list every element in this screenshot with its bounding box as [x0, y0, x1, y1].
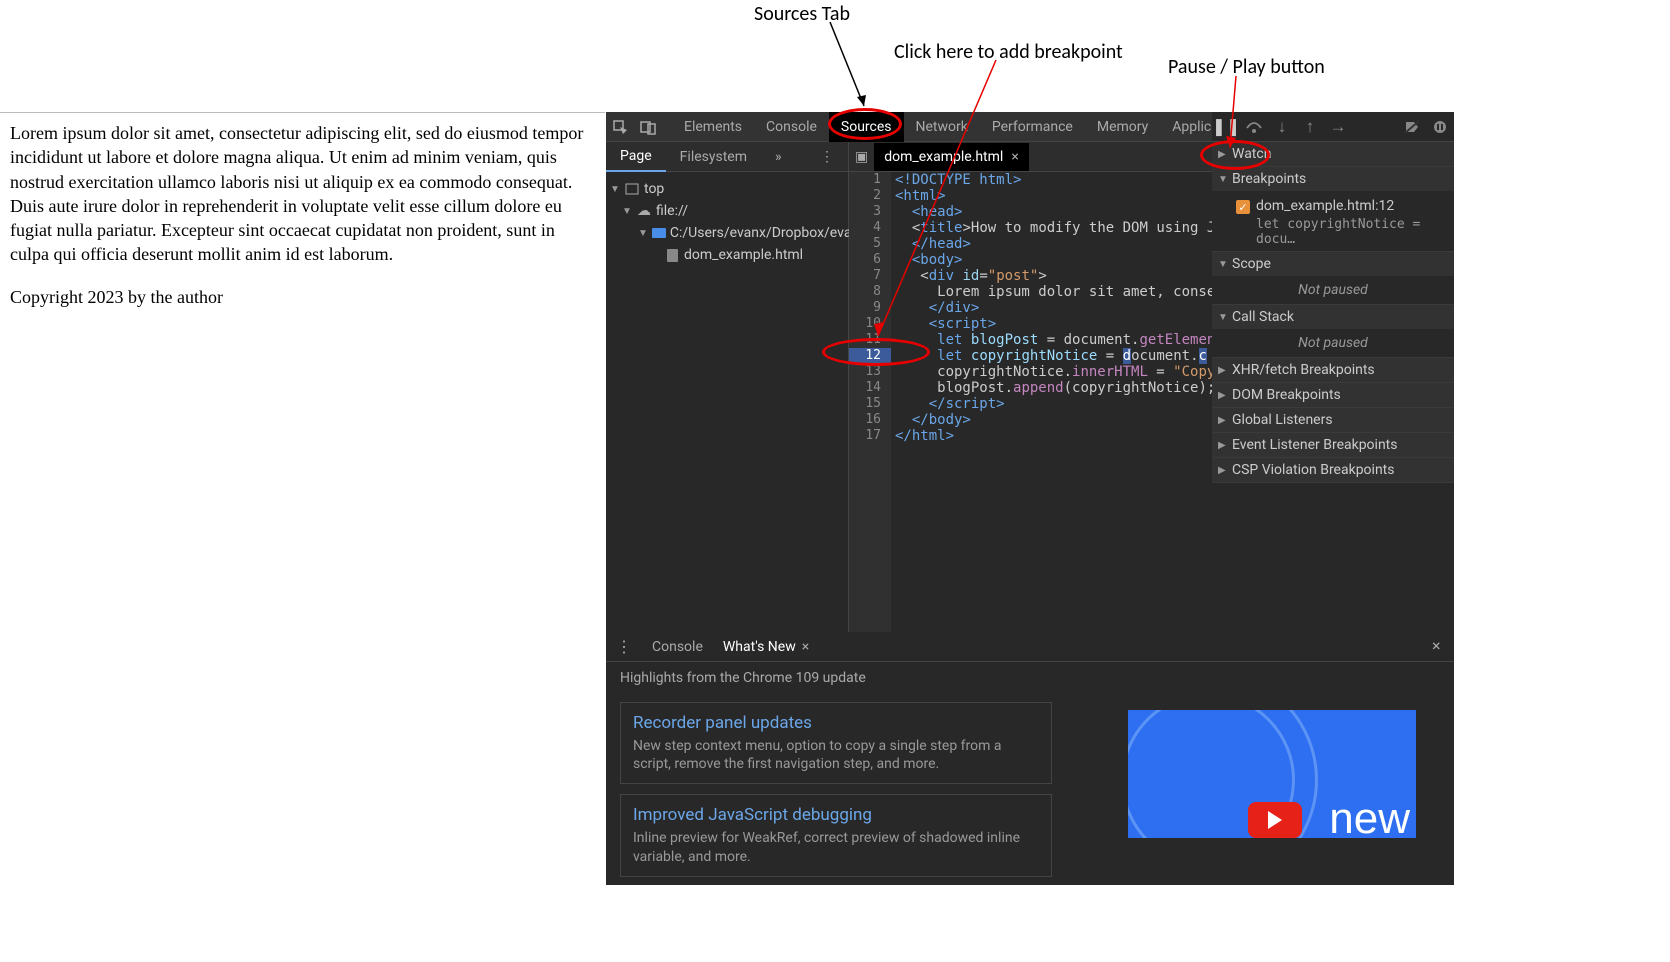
tab-memory[interactable]: Memory	[1085, 112, 1160, 142]
drawer-tab-whatsnew[interactable]: What's New×	[723, 639, 809, 655]
toggle-navigator-icon[interactable]: ▣	[855, 149, 868, 165]
callstack-section[interactable]: ▼Call Stack Not paused	[1212, 305, 1454, 358]
card2-body: Inline preview for WeakRef, correct prev…	[633, 829, 1039, 865]
drawer-tab-close-icon[interactable]: ×	[802, 639, 809, 655]
tab-console[interactable]: Console	[754, 112, 829, 142]
annotation-add-breakpoint: Click here to add breakpoint	[894, 40, 1123, 64]
gutter-line-13[interactable]: 13	[849, 364, 881, 380]
cloud-icon: ☁	[636, 204, 652, 218]
whatsnew-video-thumbnail[interactable]: new	[1128, 710, 1416, 838]
scope-not-paused: Not paused	[1212, 276, 1454, 304]
debugger-toolbar: ❚❚ ↓ ↑ →	[1212, 112, 1454, 142]
scope-section[interactable]: ▼Scope Not paused	[1212, 252, 1454, 305]
whatsnew-card-2[interactable]: Improved JavaScript debugging Inline pre…	[620, 794, 1052, 876]
event-listener-bp-section[interactable]: ▶Event Listener Breakpoints	[1212, 433, 1454, 458]
lorem-paragraph: Lorem ipsum dolor sit amet, consectetur …	[10, 121, 595, 267]
folder-icon	[652, 228, 666, 238]
dom-bp-section[interactable]: ▶DOM Breakpoints	[1212, 383, 1454, 408]
tree-file[interactable]: dom_example.html	[606, 244, 848, 266]
global-listeners-label: Global Listeners	[1232, 412, 1333, 428]
gutter-line-16[interactable]: 16	[849, 412, 881, 428]
pause-on-exceptions-icon[interactable]	[1430, 117, 1450, 137]
youtube-play-icon	[1248, 802, 1302, 838]
breakpoint-location: dom_example.html:12	[1256, 198, 1394, 214]
drawer-close-icon[interactable]: ×	[1432, 636, 1441, 655]
video-text: new	[1329, 794, 1410, 838]
event-listener-bp-label: Event Listener Breakpoints	[1232, 437, 1397, 453]
global-listeners-section[interactable]: ▶Global Listeners	[1212, 408, 1454, 433]
file-icon	[667, 249, 678, 262]
step-into-icon[interactable]: ↓	[1272, 117, 1292, 137]
xhr-section[interactable]: ▶XHR/fetch Breakpoints	[1212, 358, 1454, 383]
close-tab-icon[interactable]: ×	[1011, 149, 1018, 165]
device-toolbar-icon[interactable]	[634, 113, 662, 141]
scope-label: Scope	[1232, 256, 1271, 272]
drawer-menu-icon[interactable]: ⋮	[616, 637, 632, 656]
whatsnew-card-1[interactable]: Recorder panel updates New step context …	[620, 702, 1052, 784]
step-icon[interactable]: →	[1328, 117, 1348, 137]
deactivate-breakpoints-icon[interactable]	[1402, 117, 1422, 137]
breakpoint-checkbox[interactable]: ✓	[1236, 200, 1250, 214]
xhr-label: XHR/fetch Breakpoints	[1232, 362, 1375, 378]
card2-title: Improved JavaScript debugging	[633, 805, 1039, 825]
breakpoint-code-preview: let copyrightNotice = docu…	[1236, 217, 1444, 247]
csp-bp-label: CSP Violation Breakpoints	[1232, 462, 1394, 478]
nav-more-icon[interactable]: ⋮	[806, 142, 848, 172]
tree-folder[interactable]: ▼C:/Users/evanx/Dropbox/evans	[606, 222, 848, 244]
gutter-line-15[interactable]: 15	[849, 396, 881, 412]
dom-bp-label: DOM Breakpoints	[1232, 387, 1341, 403]
tree-top[interactable]: ▼top	[606, 178, 848, 200]
copyright-text: Copyright 2023 by the author	[10, 285, 595, 309]
annotation-sources-tab: Sources Tab	[754, 2, 850, 26]
step-over-icon[interactable]	[1244, 117, 1264, 137]
nav-tab-filesystem[interactable]: Filesystem	[666, 142, 761, 172]
gutter-line-17[interactable]: 17	[849, 428, 881, 444]
step-out-icon[interactable]: ↑	[1300, 117, 1320, 137]
card1-title: Recorder panel updates	[633, 713, 1039, 733]
callstack-label: Call Stack	[1232, 309, 1294, 325]
drawer-subtitle: Highlights from the Chrome 109 update	[606, 662, 1454, 694]
tree-top-label: top	[644, 181, 664, 197]
tab-elements[interactable]: Elements	[672, 112, 754, 142]
drawer-tab-console[interactable]: Console	[652, 639, 703, 655]
gutter-line-14[interactable]: 14	[849, 380, 881, 396]
arrow-breakpoint	[870, 60, 1000, 350]
card1-body: New step context menu, option to copy a …	[633, 737, 1039, 773]
breakpoints-section[interactable]: ▼Breakpoints ✓ dom_example.html:12 let c…	[1212, 167, 1454, 252]
arrow-pause	[1224, 76, 1244, 156]
tree-folder-label: C:/Users/evanx/Dropbox/evans	[670, 225, 867, 241]
csp-bp-section[interactable]: ▶CSP Violation Breakpoints	[1212, 458, 1454, 483]
callstack-not-paused: Not paused	[1212, 329, 1454, 357]
nav-tab-page[interactable]: Page	[606, 142, 666, 172]
annotation-pause-play: Pause / Play button	[1168, 55, 1325, 79]
rendered-page: Lorem ipsum dolor sit amet, consectetur …	[0, 112, 605, 335]
nav-tabs-overflow[interactable]: »	[761, 142, 796, 172]
breakpoint-item[interactable]: ✓ dom_example.html:12	[1236, 195, 1444, 217]
tree-file-scheme[interactable]: ▼☁file://	[606, 200, 848, 222]
tree-file-name: dom_example.html	[684, 247, 803, 263]
inspect-element-icon[interactable]	[606, 113, 634, 141]
breakpoints-label: Breakpoints	[1232, 171, 1306, 187]
tree-file-label: file://	[656, 203, 688, 219]
debugger-sidebar: ❚❚ ↓ ↑ → ▶Watch ▼Breakpoints ✓ dom_examp…	[1212, 112, 1454, 632]
